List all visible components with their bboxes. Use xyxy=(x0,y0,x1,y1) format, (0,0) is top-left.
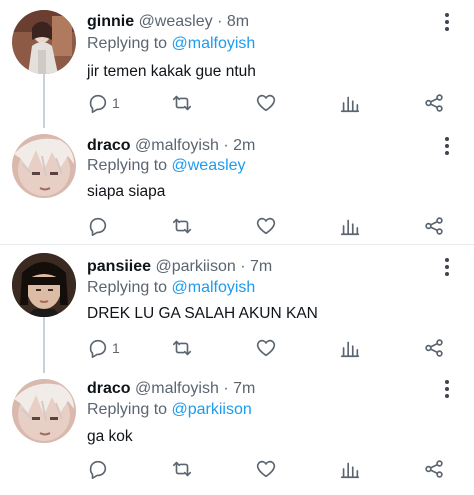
share-icon xyxy=(425,339,443,357)
heart-icon xyxy=(256,460,276,478)
timestamp[interactable]: 7m xyxy=(233,380,255,397)
comment-icon xyxy=(89,217,107,236)
retweet-icon xyxy=(172,461,192,477)
heart-icon xyxy=(256,217,276,235)
replying-to: Replying to @weasley xyxy=(87,156,246,176)
display-name[interactable]: ginnie xyxy=(87,13,134,30)
analytics-button[interactable] xyxy=(339,457,361,481)
timestamp[interactable]: 8m xyxy=(227,13,249,30)
analytics-icon xyxy=(340,219,360,236)
comment-icon xyxy=(89,94,107,113)
like-button[interactable] xyxy=(255,336,277,360)
reply-button[interactable]: 1 xyxy=(87,91,120,115)
avatar[interactable] xyxy=(12,253,76,317)
user-handle[interactable]: @malfoyish xyxy=(135,137,219,154)
share-button[interactable] xyxy=(423,91,445,115)
share-button[interactable] xyxy=(423,214,445,238)
tweet-2[interactable]: draco @malfoyish · 2m Replying to @weasl… xyxy=(0,130,474,244)
tweet-actions xyxy=(87,457,457,481)
reply-button[interactable]: 1 xyxy=(87,336,120,360)
tweet-actions: 1 xyxy=(87,91,457,115)
replying-to-label: Replying to xyxy=(87,279,168,296)
separator: · xyxy=(240,258,246,275)
separator: · xyxy=(217,13,223,30)
analytics-button[interactable] xyxy=(339,91,361,115)
share-button[interactable] xyxy=(423,457,445,481)
more-vertical-icon[interactable] xyxy=(437,379,457,399)
mention-link[interactable]: @malfoyish xyxy=(172,279,256,296)
heart-icon xyxy=(256,339,276,357)
timestamp[interactable]: 7m xyxy=(250,258,272,275)
analytics-button[interactable] xyxy=(339,214,361,238)
replying-to: Replying to @parkiison xyxy=(87,400,252,420)
display-name[interactable]: draco xyxy=(87,380,131,397)
tweet-header: ginnie @weasley · 8m xyxy=(87,12,249,32)
mention-link[interactable]: @weasley xyxy=(172,157,246,174)
tweet-actions: 1 xyxy=(87,336,457,360)
tweet-1[interactable]: ginnie @weasley · 8m Replying to @malfoy… xyxy=(0,0,474,130)
more-vertical-icon[interactable] xyxy=(437,136,457,156)
replying-to: Replying to @malfoyish xyxy=(87,34,255,54)
retweet-button[interactable] xyxy=(171,214,193,238)
thread-line xyxy=(43,317,45,373)
retweet-icon xyxy=(172,340,192,356)
avatar[interactable] xyxy=(12,379,76,443)
share-icon xyxy=(425,94,443,112)
tweet-4[interactable]: draco @malfoyish · 7m Replying to @parki… xyxy=(0,373,474,495)
separator: · xyxy=(223,137,229,154)
tweet-text: ga kok xyxy=(87,428,133,445)
retweet-button[interactable] xyxy=(171,91,193,115)
display-name[interactable]: draco xyxy=(87,137,131,154)
analytics-icon xyxy=(340,341,360,358)
comment-icon xyxy=(89,460,107,479)
user-handle[interactable]: @weasley xyxy=(139,13,213,30)
avatar[interactable] xyxy=(12,134,76,198)
retweet-icon xyxy=(172,95,192,111)
mention-link[interactable]: @parkiison xyxy=(172,401,252,418)
tweet-header: draco @malfoyish · 7m xyxy=(87,379,255,399)
tweet-text: jir temen kakak gue ntuh xyxy=(87,63,256,80)
replying-to-label: Replying to xyxy=(87,35,168,52)
avatar[interactable] xyxy=(12,10,76,74)
more-vertical-icon[interactable] xyxy=(437,257,457,277)
mention-link[interactable]: @malfoyish xyxy=(172,35,256,52)
analytics-button[interactable] xyxy=(339,336,361,360)
timestamp[interactable]: 2m xyxy=(233,137,255,154)
like-button[interactable] xyxy=(255,457,277,481)
thread-line xyxy=(43,74,45,128)
comment-icon xyxy=(89,339,107,358)
reply-button[interactable] xyxy=(87,214,112,238)
tweet-text: siapa siapa xyxy=(87,183,166,200)
analytics-icon xyxy=(340,462,360,479)
display-name[interactable]: pansiiee xyxy=(87,258,151,275)
user-handle[interactable]: @malfoyish xyxy=(135,380,219,397)
analytics-icon xyxy=(340,96,360,113)
reply-button[interactable] xyxy=(87,457,112,481)
reply-count: 1 xyxy=(112,340,120,356)
replying-to-label: Replying to xyxy=(87,157,168,174)
separator: · xyxy=(223,380,229,397)
replying-to: Replying to @malfoyish xyxy=(87,278,255,298)
heart-icon xyxy=(256,94,276,112)
retweet-button[interactable] xyxy=(171,457,193,481)
like-button[interactable] xyxy=(255,214,277,238)
share-icon xyxy=(425,217,443,235)
user-handle[interactable]: @parkiison xyxy=(155,258,235,275)
like-button[interactable] xyxy=(255,91,277,115)
retweet-icon xyxy=(172,218,192,234)
tweet-header: draco @malfoyish · 2m xyxy=(87,136,255,156)
tweet-actions xyxy=(87,214,457,238)
share-button[interactable] xyxy=(423,336,445,360)
retweet-button[interactable] xyxy=(171,336,193,360)
replying-to-label: Replying to xyxy=(87,401,168,418)
tweet-3[interactable]: pansiiee @parkiison · 7m Replying to @ma… xyxy=(0,245,474,373)
reply-count: 1 xyxy=(112,95,120,111)
share-icon xyxy=(425,460,443,478)
more-vertical-icon[interactable] xyxy=(437,12,457,32)
tweet-text: DREK LU GA SALAH AKUN KAN xyxy=(87,305,318,322)
tweet-header: pansiiee @parkiison · 7m xyxy=(87,257,272,277)
